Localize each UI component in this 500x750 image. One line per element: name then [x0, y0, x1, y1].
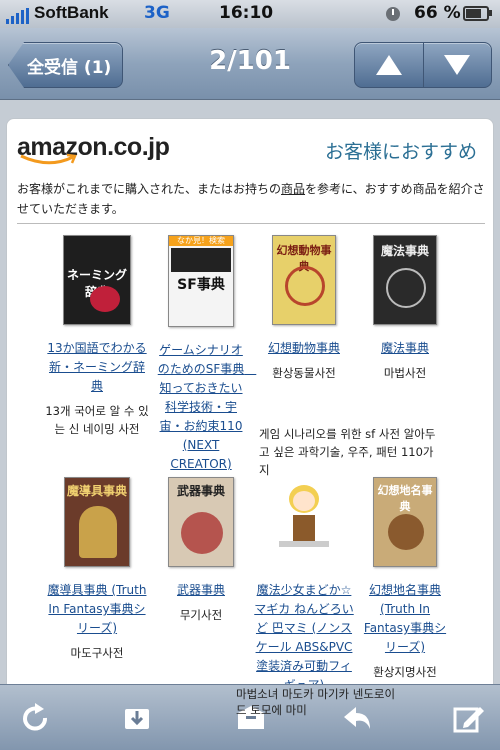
product-title-link[interactable]: 13か国語でわかる新・ネーミング辞典: [45, 339, 149, 396]
product-title-link[interactable]: 魔導具事典 (Truth In Fantasy事典シリーズ): [45, 581, 149, 638]
alarm-clock-icon: [386, 7, 400, 21]
product-item[interactable]: ネーミング辞典 13か国語でわかる新・ネーミング辞典 13개 국어로 알 수 있…: [45, 235, 149, 438]
product-cover-image[interactable]: なか見！検索 SF事典: [168, 235, 234, 327]
navigation-bar: 全受信 (1) 2/101: [0, 28, 500, 100]
divider: [17, 223, 485, 224]
product-translation: 게임 시나리오를 위한 sf 사전 알아두고 싶은 과학기술, 우주, 패턴 1…: [259, 427, 436, 477]
product-item[interactable]: 幻想地名事典 幻想地名事典 (Truth In Fantasy事典シリーズ) 환…: [363, 477, 447, 681]
status-time: 16:10: [219, 3, 274, 23]
next-message-button[interactable]: [422, 43, 492, 87]
product-translation: 환상동물사전: [272, 366, 336, 380]
move-folder-icon[interactable]: [120, 701, 154, 735]
product-title-link[interactable]: 幻想動物事典: [259, 339, 349, 358]
email-body: amazon.co.jp お客様におすすめ お客様がこれまでに購入された、または…: [6, 118, 494, 718]
product-title-link[interactable]: 魔法事典: [363, 339, 447, 358]
product-item[interactable]: 魔導具事典 魔導具事典 (Truth In Fantasy事典シリーズ) 마도구…: [45, 477, 149, 662]
status-bar: SoftBank 3G 16:10 66 %: [0, 0, 500, 28]
intro-text: お客様がこれまでに購入された、またはお持ちの商品を参考に、おすすめ商品を紹介させ…: [17, 182, 485, 216]
product-item[interactable]: 幻想動物事典 幻想動物事典 환상동물사전: [259, 235, 349, 382]
network-type: 3G: [144, 3, 170, 23]
products-link[interactable]: 商品: [281, 182, 305, 196]
product-title-link[interactable]: ゲームシナリオのためのSF事典 知っておきたい科学技術・宇宙・お約束110 (N…: [155, 341, 257, 474]
product-cover-image[interactable]: 魔導具事典: [64, 477, 130, 567]
down-arrow-icon: [444, 55, 471, 75]
amazon-smile-icon: [20, 153, 77, 165]
carrier-name: SoftBank: [34, 3, 109, 22]
figure-image[interactable]: [269, 477, 339, 567]
up-arrow-icon: [375, 55, 402, 75]
battery-icon: [463, 6, 489, 21]
product-cover-image[interactable]: 幻想地名事典: [373, 477, 437, 567]
product-cover-image[interactable]: 魔法事典: [373, 235, 437, 325]
message-counter: 2/101: [209, 46, 291, 76]
product-translation: 마법소녀 마도카 마기카 넨도로이드 토모에 마미: [236, 687, 396, 717]
product-translation: 마도구사전: [70, 646, 124, 660]
signal-icon: [6, 8, 29, 24]
back-to-inbox-button[interactable]: 全受信 (1): [8, 42, 123, 88]
product-translation: 13개 국어로 알 수 있는 신 네이밍 사전: [45, 404, 149, 436]
product-translation: 무기사전: [179, 608, 223, 622]
product-cover-image[interactable]: ネーミング辞典: [63, 235, 131, 325]
product-title-link[interactable]: 武器事典: [155, 581, 247, 600]
product-cover-image[interactable]: 武器事典: [168, 477, 234, 567]
product-cover-image[interactable]: 幻想動物事典: [272, 235, 336, 325]
battery-percent: 66 %: [414, 3, 461, 23]
product-item[interactable]: 魔法少女まどか☆マギカ ねんどろいど 巴マミ (ノンスケール ABS&PVC塗装…: [253, 477, 355, 695]
compose-icon[interactable]: [452, 701, 486, 735]
recommendation-heading: お客様におすすめ: [325, 141, 478, 163]
previous-message-button[interactable]: [355, 43, 423, 87]
refresh-icon[interactable]: [18, 701, 52, 735]
product-item[interactable]: 魔法事典 魔法事典 마법사전: [363, 235, 447, 382]
product-item[interactable]: 武器事典 武器事典 무기사전: [155, 477, 247, 624]
product-translation: 마법사전: [383, 366, 427, 380]
product-title-link[interactable]: 幻想地名事典 (Truth In Fantasy事典シリーズ): [363, 581, 447, 657]
message-navigation: [354, 42, 492, 88]
product-translation: 환상지명사전: [373, 665, 437, 679]
product-title-link[interactable]: 魔法少女まどか☆マギカ ねんどろいど 巴マミ (ノンスケール ABS&PVC塗装…: [253, 581, 355, 695]
product-item[interactable]: なか見！検索 SF事典 ゲームシナリオのためのSF事典 知っておきたい科学技術・…: [155, 235, 257, 474]
